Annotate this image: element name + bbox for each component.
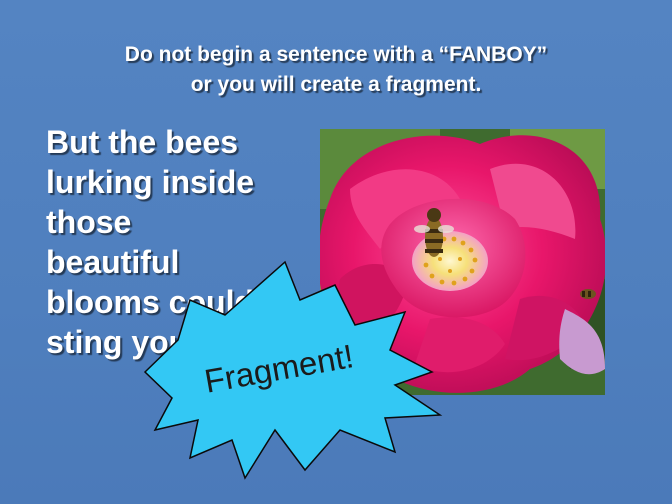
body-line: those (46, 204, 132, 240)
body-line: lurking inside (46, 164, 255, 200)
body-line: But the bees (46, 124, 239, 160)
slide-title-line-1: Do not begin a sentence with a “FANBOY” (124, 43, 548, 66)
slide-title-line-2: or you will create a fragment. (190, 73, 482, 96)
slide: Do not begin a sentence with a “FANBOY” … (0, 0, 672, 504)
body-line: blooms could (46, 284, 254, 320)
body-text: But the bees lurking inside those beauti… (46, 122, 326, 362)
body-line: beautiful (46, 244, 180, 280)
